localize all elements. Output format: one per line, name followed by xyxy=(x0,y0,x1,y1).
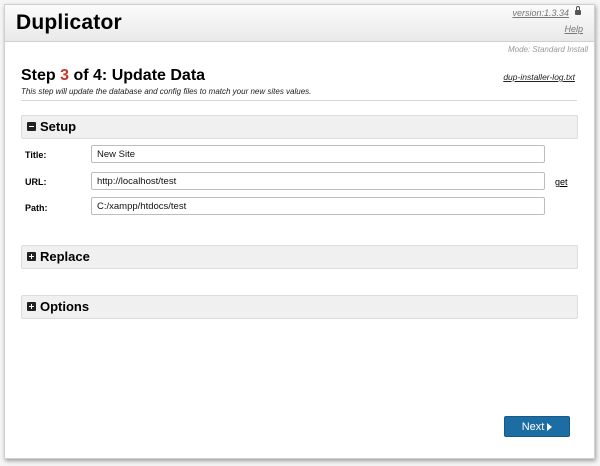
path-input[interactable] xyxy=(91,197,545,215)
app-title: Duplicator xyxy=(16,11,122,34)
section-options[interactable]: Options xyxy=(21,295,578,319)
version-link[interactable]: version:1.3.34 xyxy=(512,8,569,18)
title-input[interactable] xyxy=(91,145,545,163)
install-mode: Mode: Standard Install xyxy=(507,45,588,54)
plus-square-icon xyxy=(27,302,36,311)
section-setup[interactable]: Setup xyxy=(21,115,578,139)
log-file-link[interactable]: dup-installer-log.txt xyxy=(503,72,575,82)
section-setup-label: Setup xyxy=(40,119,77,134)
page-title: Step 3 of 4: Update Data xyxy=(21,67,205,85)
divider xyxy=(21,100,577,101)
section-replace-label: Replace xyxy=(40,249,90,264)
section-options-label: Options xyxy=(40,299,90,314)
installer-window: Duplicator version:1.3.34 Help Mode: Sta… xyxy=(4,4,595,459)
plus-square-icon xyxy=(27,252,36,261)
step-description: This step will update the database and c… xyxy=(21,87,312,96)
url-label: URL: xyxy=(25,177,47,187)
get-url-link[interactable]: get xyxy=(555,177,568,187)
title-label: Title: xyxy=(25,150,47,160)
minus-square-icon xyxy=(27,122,36,131)
header: Duplicator version:1.3.34 Help xyxy=(5,5,594,42)
next-button-label: Next xyxy=(521,421,545,433)
next-button[interactable]: Next xyxy=(504,416,570,437)
caret-right-icon xyxy=(547,423,553,431)
url-input[interactable] xyxy=(91,172,545,190)
path-label: Path: xyxy=(25,203,48,213)
help-link[interactable]: Help xyxy=(564,24,583,34)
section-replace[interactable]: Replace xyxy=(21,245,578,269)
step-prefix: Step xyxy=(21,67,61,84)
step-number: 3 xyxy=(60,67,70,84)
lock-icon xyxy=(575,6,581,15)
step-suffix: of 4: Update Data xyxy=(69,67,206,84)
